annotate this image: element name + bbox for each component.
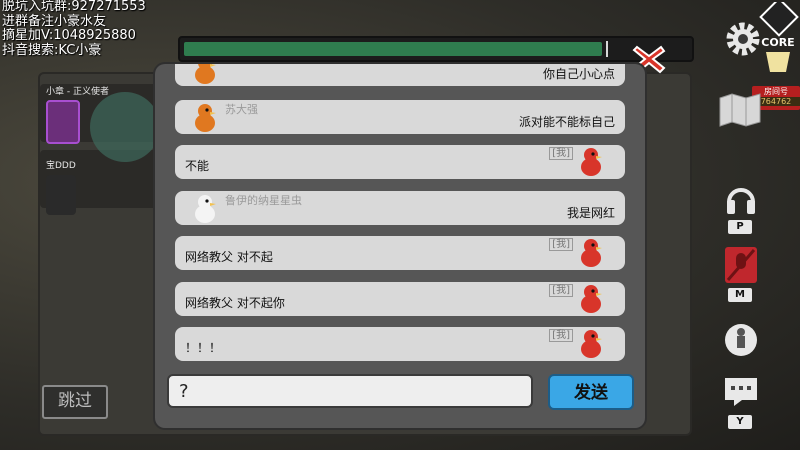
chat-panel: 你自己小心点苏大强派对能不能标自己 [我] 不能鲁伊的纳星星虫我是网红 [我] 网络教父… xyxy=(155,64,645,428)
message-text: 我是网红 xyxy=(566,206,615,220)
overlay-line: 摘星加V:1048925880 xyxy=(2,28,136,43)
self-tag: [我] xyxy=(549,329,573,342)
headphones-icon[interactable] xyxy=(722,176,760,218)
hotkey-label: Y xyxy=(728,415,752,429)
avatar xyxy=(191,192,219,224)
self-tag: [我] xyxy=(549,238,573,251)
message-sender: 苏大强 xyxy=(225,103,258,116)
message-sender: 鲁伊的纳星星虫 xyxy=(225,194,302,207)
stream-overlay: 脱坑入坑群:927271553 进群备注小豪水友 摘星加V:1048925880… xyxy=(2,0,146,58)
overlay-line: 抖音搜索:KC小豪 xyxy=(2,42,102,58)
chat-message: 鲁伊的纳星星虫我是网红 xyxy=(175,191,625,225)
chess-icon[interactable] xyxy=(722,318,760,360)
room-label: 房间号 xyxy=(764,87,788,96)
core-logo: CORE xyxy=(759,2,799,72)
map-icon[interactable] xyxy=(716,90,764,130)
self-tag: [我] xyxy=(549,147,573,160)
progress-bar xyxy=(178,36,694,62)
player-name: 小章 - 正义使者 xyxy=(46,87,109,97)
bg-dial xyxy=(90,92,160,162)
message-text: 网络教父 对不起你 xyxy=(185,296,285,310)
player-avatar xyxy=(46,175,76,215)
chat-message: [我] 网络教父 对不起你 xyxy=(175,282,625,316)
avatar xyxy=(577,145,605,177)
chat-icon[interactable] xyxy=(722,372,760,414)
message-text: ！！！ xyxy=(185,341,222,355)
skip-button[interactable]: 跳过 xyxy=(42,385,108,419)
chat-message: [我] 网络教父 对不起 xyxy=(175,236,625,270)
hotkey-label: M xyxy=(728,288,752,302)
send-button[interactable]: 发送 xyxy=(548,374,634,410)
chat-message: [我] 不能 xyxy=(175,145,625,179)
avatar xyxy=(577,282,605,314)
chat-message: 你自己小心点 xyxy=(175,64,625,86)
player-avatar xyxy=(46,100,80,144)
message-text: 不能 xyxy=(185,159,210,173)
self-tag: [我] xyxy=(549,284,573,297)
chat-message-list[interactable]: 你自己小心点苏大强派对能不能标自己 [我] 不能鲁伊的纳星星虫我是网红 [我] 网络教父… xyxy=(155,64,645,364)
avatar xyxy=(577,236,605,268)
mic-muted-icon[interactable] xyxy=(722,244,760,286)
player-name: 宝DDD xyxy=(46,161,76,171)
message-text: 派对能不能标自己 xyxy=(518,115,615,129)
progress-fill xyxy=(184,42,603,56)
chat-message: [我] ！！！ xyxy=(175,327,625,361)
avatar xyxy=(191,64,219,85)
overlay-line: 进群备注小豪水友 xyxy=(2,13,107,29)
message-text: 网络教父 对不起 xyxy=(185,250,273,264)
svg-text:CORE: CORE xyxy=(761,36,794,49)
progress-divider xyxy=(606,41,608,57)
avatar xyxy=(191,101,219,133)
chat-message: 苏大强派对能不能标自己 xyxy=(175,100,625,134)
chat-input[interactable] xyxy=(167,374,533,408)
message-text: 你自己小心点 xyxy=(542,67,615,81)
overlay-line: 脱坑入坑群:927271553 xyxy=(2,0,146,14)
hotkey-label: P xyxy=(728,220,752,234)
avatar xyxy=(577,327,605,359)
